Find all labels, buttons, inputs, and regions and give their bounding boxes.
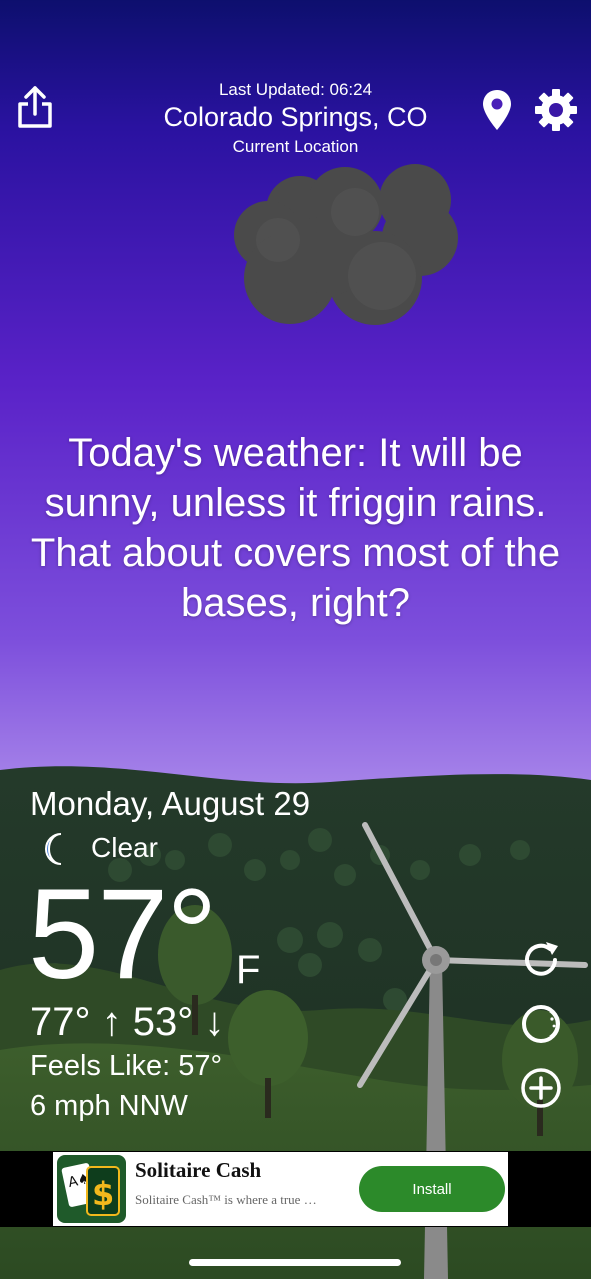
high-low-temperature: 77° ↑ 53° ↓	[30, 1000, 225, 1044]
wind-text: 6 mph NNW	[30, 1090, 188, 1122]
ad-install-button[interactable]: Install	[359, 1166, 505, 1212]
cloud-graphic	[230, 160, 465, 335]
theme-button[interactable]	[519, 1002, 563, 1046]
weather-quote: Today's weather: It will be sunny, unles…	[30, 431, 561, 625]
refresh-button[interactable]	[519, 938, 563, 982]
home-indicator[interactable]	[189, 1259, 401, 1266]
svg-text:$: $	[92, 1175, 114, 1213]
moon-icon	[37, 831, 73, 867]
add-icon	[521, 1068, 561, 1108]
location-button[interactable]	[480, 88, 514, 132]
solitaire-app-icon: A♠ $	[57, 1155, 126, 1223]
add-button[interactable]	[519, 1066, 563, 1110]
ad-description: Solitaire Cash™ is where a true …	[135, 1192, 317, 1207]
current-temperature: 57°	[28, 863, 218, 1006]
temperature-unit: F	[236, 948, 261, 992]
gear-icon	[535, 89, 577, 131]
ad-title: Solitaire Cash	[135, 1158, 262, 1182]
location-pin-icon	[483, 90, 511, 130]
theme-icon	[522, 1005, 560, 1043]
location-label: Current Location	[232, 137, 359, 156]
refresh-icon	[525, 942, 558, 976]
settings-button[interactable]	[533, 87, 579, 133]
date-text: Monday, August 29	[30, 785, 311, 822]
ad-banner[interactable]: A♠ $ Solitaire Cash Solitaire Cash™ is w…	[53, 1152, 508, 1226]
feels-like-text: Feels Like: 57°	[30, 1050, 223, 1082]
condition-text: Clear	[91, 832, 158, 863]
